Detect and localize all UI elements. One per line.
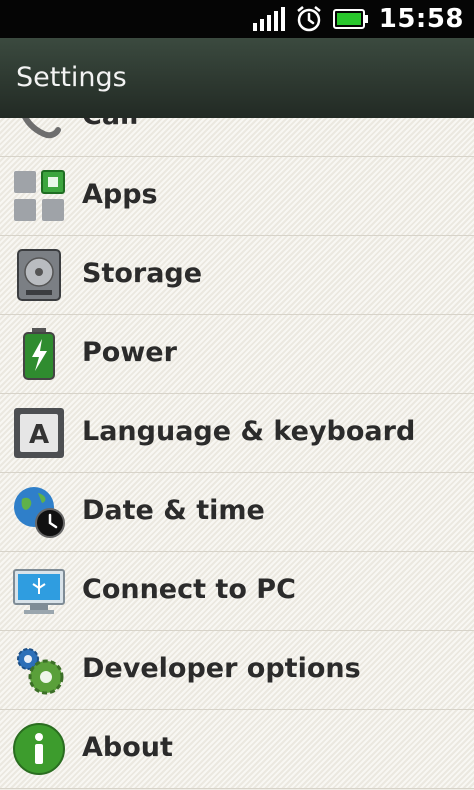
battery-power-icon xyxy=(23,328,55,380)
status-clock: 15:58 xyxy=(378,4,464,34)
settings-item-label: Storage xyxy=(82,258,203,289)
settings-item-label: Language & keyboard xyxy=(82,416,416,447)
settings-item-power[interactable]: Power xyxy=(0,315,474,394)
signal-bars-icon xyxy=(252,7,285,31)
settings-item-label: Date & time xyxy=(82,495,265,526)
svg-text:A: A xyxy=(29,420,49,450)
globe-clock-icon xyxy=(14,487,65,538)
settings-item-developer-options[interactable]: Developer options xyxy=(0,631,474,710)
apps-grid-icon xyxy=(14,170,65,221)
page-title: Settings xyxy=(16,62,127,93)
usb-monitor-icon xyxy=(13,569,65,614)
settings-item-connect-to-pc[interactable]: Connect to PC xyxy=(0,552,474,631)
settings-item-label: Developer options xyxy=(82,653,361,684)
settings-item-label: Connect to PC xyxy=(82,574,296,605)
app-bar: Settings xyxy=(0,38,474,118)
settings-item-storage[interactable]: Storage xyxy=(0,236,474,315)
settings-item-language-keyboard[interactable]: A Language & keyboard xyxy=(0,394,474,473)
settings-item-label: Apps xyxy=(82,179,158,210)
settings-item-label: About xyxy=(82,732,173,763)
settings-item-label: Call xyxy=(82,118,139,131)
settings-item-apps[interactable]: Apps xyxy=(0,157,474,236)
info-icon xyxy=(13,723,65,775)
status-bar: 15:58 xyxy=(0,0,474,38)
settings-item-call[interactable]: Call xyxy=(0,118,474,157)
phone-icon xyxy=(22,118,61,139)
gears-icon xyxy=(17,648,64,695)
settings-item-about[interactable]: About xyxy=(0,710,474,789)
settings-item-label: Power xyxy=(82,337,177,368)
settings-list: Call Apps Storage Power xyxy=(0,118,474,790)
storage-drive-icon xyxy=(17,249,61,301)
alarm-clock-icon xyxy=(296,6,321,32)
keyboard-letter-icon: A xyxy=(14,408,64,458)
battery-icon xyxy=(332,9,368,29)
settings-item-date-time[interactable]: Date & time xyxy=(0,473,474,552)
